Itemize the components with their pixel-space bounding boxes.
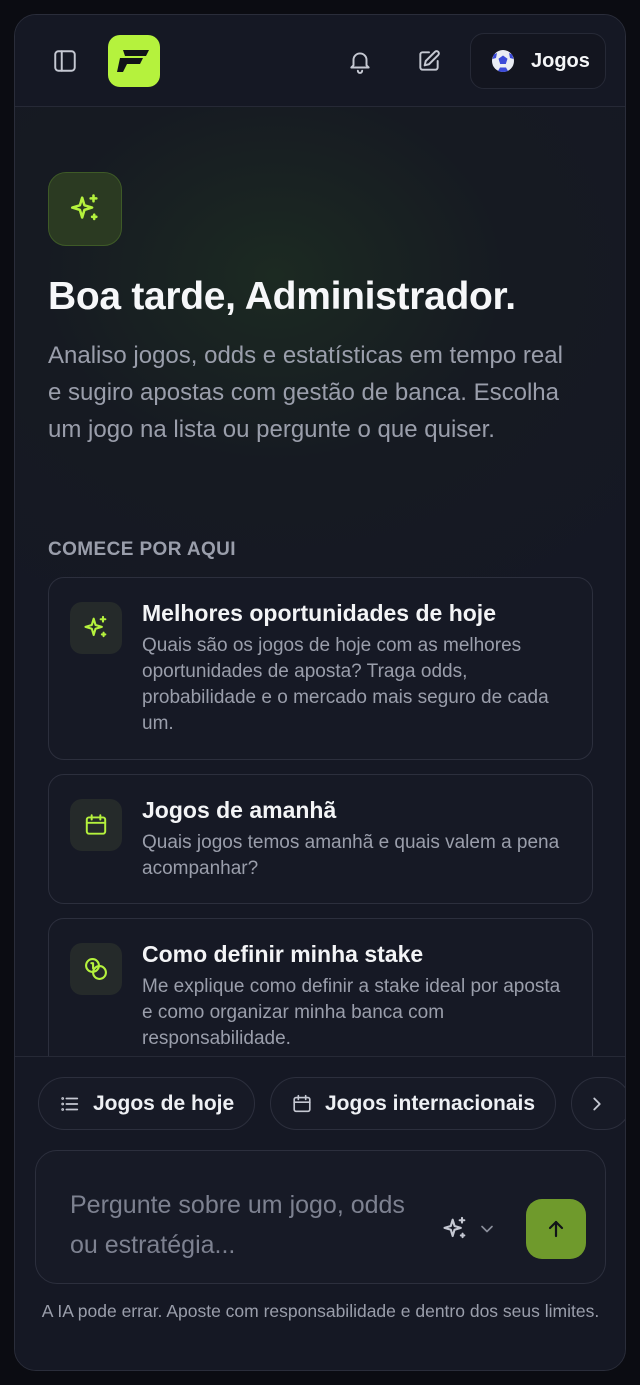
notifications-button[interactable] <box>342 43 378 79</box>
sidebar-panel-icon <box>54 50 76 72</box>
top-bar: Jogos <box>15 15 625 107</box>
chevron-down-icon <box>481 1225 493 1233</box>
soccer-ball-icon <box>492 50 514 72</box>
suggestion-card-best-opportunities[interactable]: Melhores oportunidades de hoje Quais são… <box>48 577 593 760</box>
card-description: Quais jogos temos amanhã e quais valem a… <box>142 832 560 879</box>
suggestions-section-label: COMECE POR AQUI <box>48 539 236 560</box>
card-title: Jogos de amanhã <box>142 797 337 823</box>
card-icon-box <box>70 943 122 995</box>
card-title: Melhores oportunidades de hoje <box>142 600 496 626</box>
brand-logo[interactable] <box>108 35 160 87</box>
composer-area: Jogos de hoje Jogos internacionais Pergu… <box>15 1057 625 1370</box>
chevron-right-icon <box>593 1097 601 1110</box>
suggestion-card-tomorrow-games[interactable]: Jogos de amanhã Quais jogos temos amanhã… <box>48 774 593 904</box>
chip-international-games[interactable]: Jogos internacionais <box>270 1077 557 1130</box>
arrow-up-icon <box>548 1220 564 1238</box>
chip-todays-games[interactable]: Jogos de hoje <box>38 1077 256 1130</box>
list-icon <box>61 1096 79 1111</box>
card-title: Como definir minha stake <box>142 941 424 967</box>
chip-label: Jogos internacionais <box>325 1091 536 1115</box>
chip-more[interactable] <box>571 1077 625 1130</box>
sparkles-icon <box>443 1216 466 1239</box>
message-input[interactable]: Pergunte sobre um jogo, odds ou estratég… <box>70 1185 410 1265</box>
greeting-subtitle: Analiso jogos, odds e estatísticas em te… <box>48 342 563 443</box>
send-button[interactable] <box>526 1199 586 1259</box>
suggestion-card-stake[interactable]: Como definir minha stake Me explique com… <box>48 918 593 1057</box>
coins-icon <box>85 958 107 980</box>
games-button-label: Jogos <box>531 49 590 72</box>
card-description: Me explique como definir a stake ideal p… <box>142 976 561 1049</box>
sidebar-toggle-button[interactable] <box>47 43 83 79</box>
chip-label: Jogos de hoje <box>93 1091 235 1115</box>
app-frame: Jogos Boa tarde, Administrador. Analiso … <box>14 14 626 1371</box>
calendar-icon <box>85 814 107 835</box>
message-composer[interactable]: Pergunte sobre um jogo, odds ou estratég… <box>35 1150 606 1284</box>
card-icon-box <box>70 799 122 851</box>
suggestion-cards: Melhores oportunidades de hoje Quais são… <box>48 577 593 1057</box>
quick-chips: Jogos de hoje Jogos internacionais <box>38 1077 625 1131</box>
model-selector[interactable] <box>441 1215 497 1243</box>
bell-icon <box>350 52 370 74</box>
sparkles-icon <box>84 615 107 638</box>
calendar-icon <box>293 1094 311 1112</box>
greeting-title: Boa tarde, Administrador. <box>48 275 516 318</box>
card-description: Quais são os jogos de hoje com as melhor… <box>142 635 549 734</box>
sparkles-icon <box>70 194 98 221</box>
assistant-badge <box>48 172 122 246</box>
card-icon-box <box>70 602 122 654</box>
brand-f-logo <box>117 50 149 72</box>
ai-disclaimer: A IA pode errar. Aposte com responsabili… <box>41 1301 600 1321</box>
edit-square-icon <box>419 50 440 71</box>
games-button[interactable]: Jogos <box>470 33 606 89</box>
new-chat-button[interactable] <box>411 43 447 79</box>
